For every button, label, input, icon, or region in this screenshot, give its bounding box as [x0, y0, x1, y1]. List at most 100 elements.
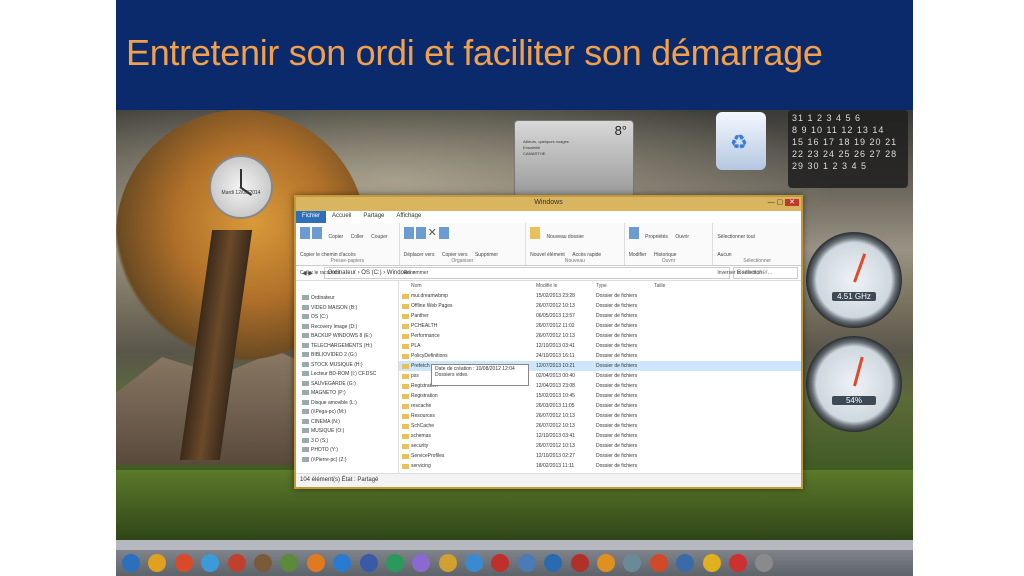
taskbar-app-icon[interactable] — [122, 554, 140, 572]
nav-item[interactable]: STOCK MUSIQUE (H:) — [296, 362, 398, 372]
file-name: Offline Web Pages — [399, 301, 536, 311]
folder-icon — [402, 314, 409, 319]
column-size[interactable]: Taille — [654, 281, 694, 291]
nav-item[interactable]: Ordinateur — [296, 295, 398, 305]
nav-item[interactable]: SAUVEGARDE (G:) — [296, 381, 398, 391]
nav-item[interactable]: BIBLIOVIDEO 2 (G:) — [296, 352, 398, 362]
nav-item[interactable]: MAGNETO (P:) — [296, 390, 398, 400]
column-date[interactable]: Modifié le — [536, 281, 596, 291]
explorer-window[interactable]: Windows — ▢ ✕ Fichier Accueil Partage Af… — [294, 195, 803, 489]
clock-hour-hand — [240, 169, 242, 187]
taskbar-app-icon[interactable] — [649, 554, 668, 572]
taskbar-app-icon[interactable] — [333, 554, 352, 572]
file-row[interactable]: servicing 18/02/2013 11:11 Dossier de fich… — [399, 461, 801, 471]
taskbar-app-icon[interactable] — [359, 554, 378, 572]
select-all-button[interactable]: Sélectionner tout — [717, 234, 755, 240]
recycle-bin-icon[interactable]: ♻ — [716, 112, 766, 170]
file-row[interactable]: rescache 26/03/2013 11:05 Dossier de fichi… — [399, 401, 801, 411]
nav-item[interactable]: VIDEO MAISON (B:) — [296, 305, 398, 315]
taskbar-app-icon[interactable] — [570, 554, 589, 572]
file-row[interactable]: schemas 12/10/2013 03:41 Dossier de fichie… — [399, 431, 801, 441]
column-name[interactable]: Nom — [399, 281, 536, 291]
taskbar-app-icon[interactable] — [465, 554, 484, 572]
file-row[interactable]: PolicyDefinitions 24/10/2013 16:11 Dossier… — [399, 351, 801, 361]
nav-item-label: Disque amovible (L:) — [311, 399, 357, 406]
close-button[interactable]: ✕ — [785, 199, 799, 206]
maximize-button[interactable]: ▢ — [777, 199, 784, 206]
nav-item[interactable]: Disque amovible (L:) — [296, 400, 398, 410]
file-row[interactable]: Performance 26/07/2012 10:13 Dossier de fi… — [399, 331, 801, 341]
folder-icon — [402, 454, 409, 459]
taskbar-app-icon[interactable] — [306, 554, 325, 572]
clock-gadget[interactable]: Mardi 12/08/2014 — [209, 155, 273, 219]
window-titlebar[interactable]: Windows — ▢ ✕ — [296, 197, 801, 211]
taskbar-app-icon[interactable] — [623, 554, 642, 572]
nav-item[interactable]: TELECHARGEMENTS (H:) — [296, 343, 398, 353]
nav-item[interactable]: CINEMA (N:) — [296, 419, 398, 429]
nav-item[interactable]: PHOTO (Y:) — [296, 447, 398, 457]
paste-button[interactable]: Coller — [351, 234, 364, 240]
cut-button[interactable]: Couper — [371, 234, 387, 240]
taskbar-app-icon[interactable] — [438, 554, 457, 572]
taskbar-app-icon[interactable] — [148, 554, 167, 572]
open-button[interactable]: Ouvrir — [675, 234, 689, 240]
taskbar-app-icon[interactable] — [174, 554, 193, 572]
drive-icon — [302, 295, 309, 301]
tab-affichage[interactable]: Affichage — [390, 211, 427, 223]
weather-gadget[interactable]: 8° Ailleurs, quelques nuages Ensoleillé … — [514, 120, 634, 197]
address-path[interactable]: Ordinateur › OS (C:) › Windows › — [323, 267, 730, 279]
file-row[interactable]: Panther 06/05/2013 13:57 Dossier de fichie… — [399, 311, 801, 321]
file-date: 15/02/2013 10:45 — [536, 393, 575, 399]
file-row[interactable]: Registration 15/02/2013 10:45 Dossier de f… — [399, 391, 801, 401]
file-date: 15/02/2013 23:28 — [536, 293, 575, 299]
taskbar-app-icon[interactable] — [385, 554, 404, 572]
nav-item[interactable]: 3 D (S:) — [296, 438, 398, 448]
nav-item[interactable]: Recovery Image (D:) — [296, 324, 398, 334]
invert-selection-button[interactable]: Inverser la sélection — [717, 270, 761, 276]
ram-gauge[interactable]: 54% — [806, 336, 902, 432]
file-row[interactable]: Offline Web Pages 26/07/2012 10:13 Dossier… — [399, 301, 801, 311]
cpu-gauge[interactable]: 4.51 GHz — [806, 232, 902, 328]
paste-shortcut-button[interactable]: Coller le raccourci — [300, 270, 340, 276]
taskbar-app-icon[interactable] — [253, 554, 272, 572]
taskbar-app-icon[interactable] — [517, 554, 536, 572]
taskbar-app-icon[interactable] — [227, 554, 246, 572]
taskbar-app-icon[interactable] — [412, 554, 431, 572]
nav-item-label: PHOTO (Y:) — [311, 447, 338, 453]
copy-button[interactable]: Copier — [328, 234, 343, 240]
drive-icon — [302, 304, 309, 310]
taskbar-app-icon[interactable] — [702, 554, 721, 572]
column-type[interactable]: Type — [596, 281, 654, 291]
taskbar-app-icon[interactable] — [728, 554, 747, 572]
file-row[interactable]: SchCache 26/07/2012 10:13 Dossier de fichi… — [399, 421, 801, 431]
nav-item[interactable]: (\\Pega-pc) (M:) — [296, 409, 398, 419]
nav-item[interactable]: (\\Pierre-pc) (Z:) — [296, 457, 398, 467]
nav-item[interactable]: Lecteur BD-ROM (I:) CF.DSC — [296, 371, 398, 381]
file-row[interactable]: PLA 12/10/2013 03:41 Dossier de fichiers — [399, 341, 801, 351]
taskbar-app-icon[interactable] — [280, 554, 299, 572]
calendar-gadget[interactable]: 31 1 2 3 4 5 6 8 9 10 11 12 13 14 15 16 … — [788, 110, 908, 188]
tab-partage[interactable]: Partage — [357, 211, 390, 223]
rename-button[interactable]: Renommer — [404, 270, 429, 276]
tab-fichier[interactable]: Fichier — [296, 211, 327, 223]
file-row[interactable]: mui.dreamwbmp 15/02/2013 23:28 Dossier de … — [399, 291, 801, 301]
nav-item[interactable]: MUSIQUE (O:) — [296, 428, 398, 438]
minimize-button[interactable]: — — [768, 199, 775, 206]
status-bar: 104 élément(s) État : Partagé — [296, 473, 801, 486]
taskbar-app-icon[interactable] — [676, 554, 695, 572]
move-to-icon — [403, 227, 414, 239]
nav-item[interactable]: OS (C:) — [296, 314, 398, 324]
file-row[interactable]: Resources 26/07/2012 10:13 Dossier de fich… — [399, 411, 801, 421]
file-row[interactable]: ServiceProfiles 12/10/2013 02:27 Dossier d… — [399, 451, 801, 461]
taskbar-app-icon[interactable] — [597, 554, 616, 572]
taskbar-app-icon[interactable] — [201, 554, 220, 572]
taskbar-app-icon[interactable] — [755, 554, 774, 572]
taskbar-app-icon[interactable] — [544, 554, 563, 572]
file-row[interactable]: security 26/07/2012 10:13 Dossier de fichi… — [399, 441, 801, 451]
file-row[interactable]: PCHEALTH 26/07/2012 11:02 Dossier de fichi… — [399, 321, 801, 331]
tab-accueil[interactable]: Accueil — [326, 211, 357, 223]
properties-button[interactable]: Propriétés — [645, 234, 668, 240]
new-folder-button[interactable]: Nouveau dossier — [547, 234, 585, 240]
nav-item[interactable]: BACKUP WINDOWS 8 (E:) — [296, 333, 398, 343]
taskbar-app-icon[interactable] — [491, 554, 510, 572]
